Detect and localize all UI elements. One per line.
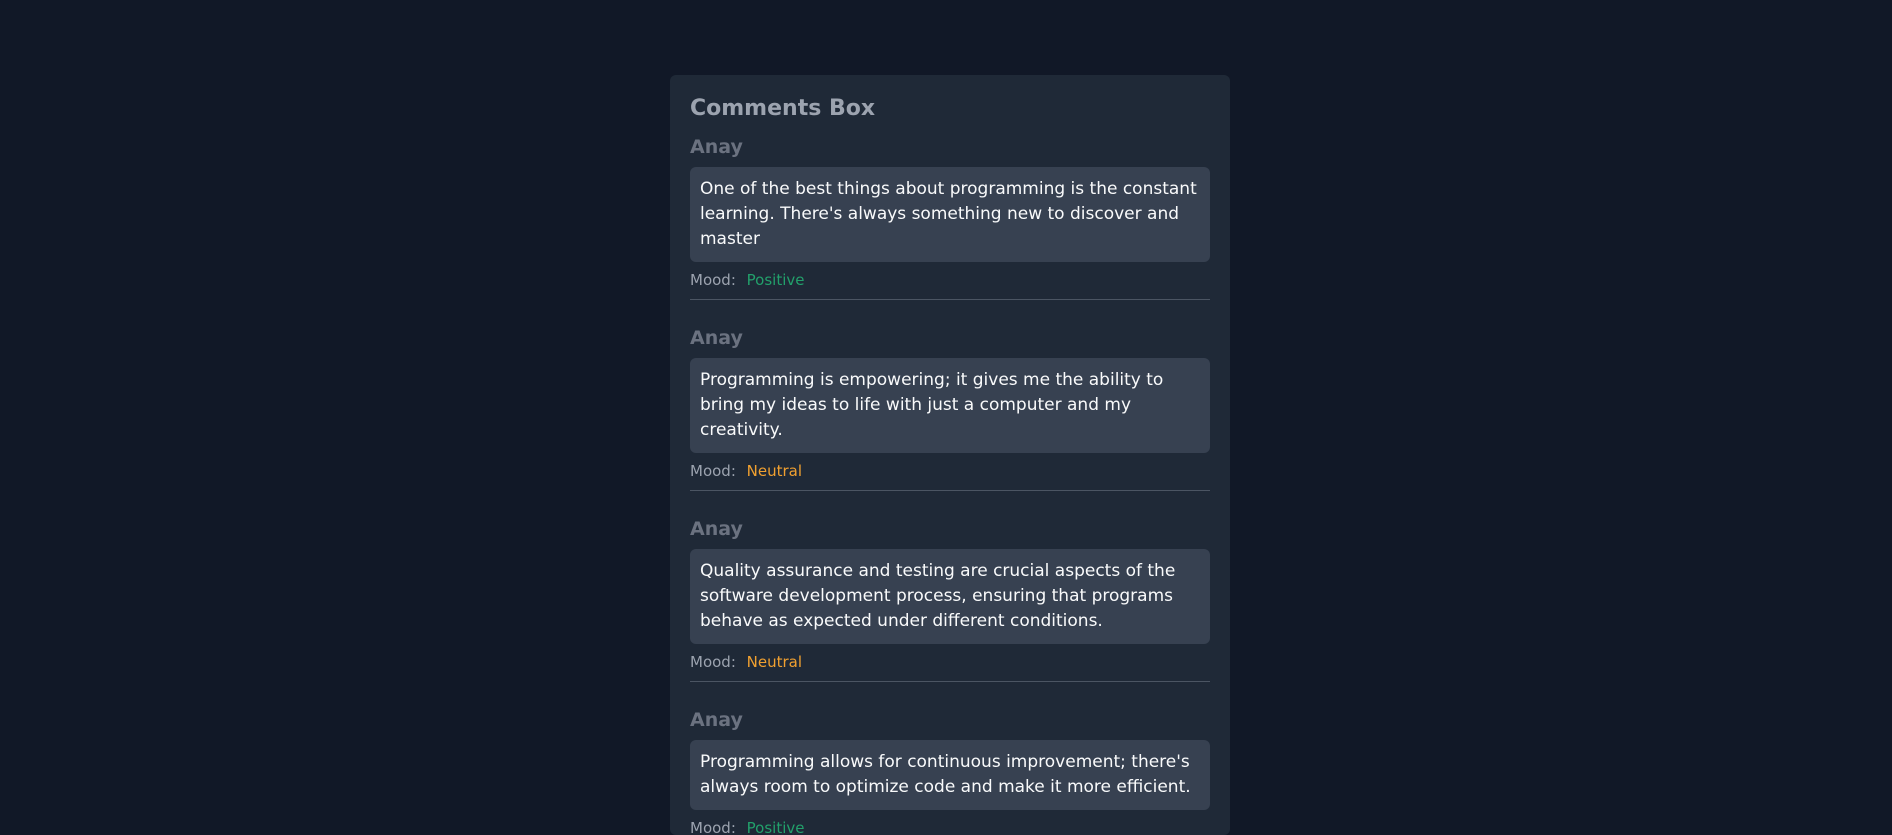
mood-label: Mood: [690, 462, 736, 480]
comment-item: Anay Programming is empowering; it gives… [690, 326, 1210, 491]
mood-label: Mood: [690, 819, 736, 835]
mood-label: Mood: [690, 271, 736, 289]
comment-text: Programming allows for continuous improv… [690, 740, 1210, 810]
panel-title: Comments Box [690, 96, 876, 121]
comment-text: Quality assurance and testing are crucia… [690, 549, 1210, 644]
mood-row: Mood: Positive [690, 818, 1210, 835]
comment-author: Anay [690, 136, 743, 158]
comments-panel: Comments Box Anay One of the best things… [670, 75, 1230, 835]
comment-text: Programming is empowering; it gives me t… [690, 358, 1210, 453]
comment-author: Anay [690, 518, 743, 540]
mood-value: Neutral [746, 653, 803, 671]
comment-item: Anay Quality assurance and testing are c… [690, 517, 1210, 682]
mood-value: Positive [746, 819, 805, 835]
comment-item: Anay Programming allows for continuous i… [690, 708, 1210, 835]
comment-item: Anay One of the best things about progra… [690, 135, 1210, 300]
mood-row: Mood: Neutral [690, 652, 1210, 672]
mood-row: Mood: Neutral [690, 461, 1210, 481]
mood-row: Mood: Positive [690, 270, 1210, 290]
comment-text: One of the best things about programming… [690, 167, 1210, 262]
mood-value: Neutral [746, 462, 803, 480]
mood-value: Positive [746, 271, 805, 289]
comment-author: Anay [690, 709, 743, 731]
comment-author: Anay [690, 327, 743, 349]
mood-label: Mood: [690, 653, 736, 671]
